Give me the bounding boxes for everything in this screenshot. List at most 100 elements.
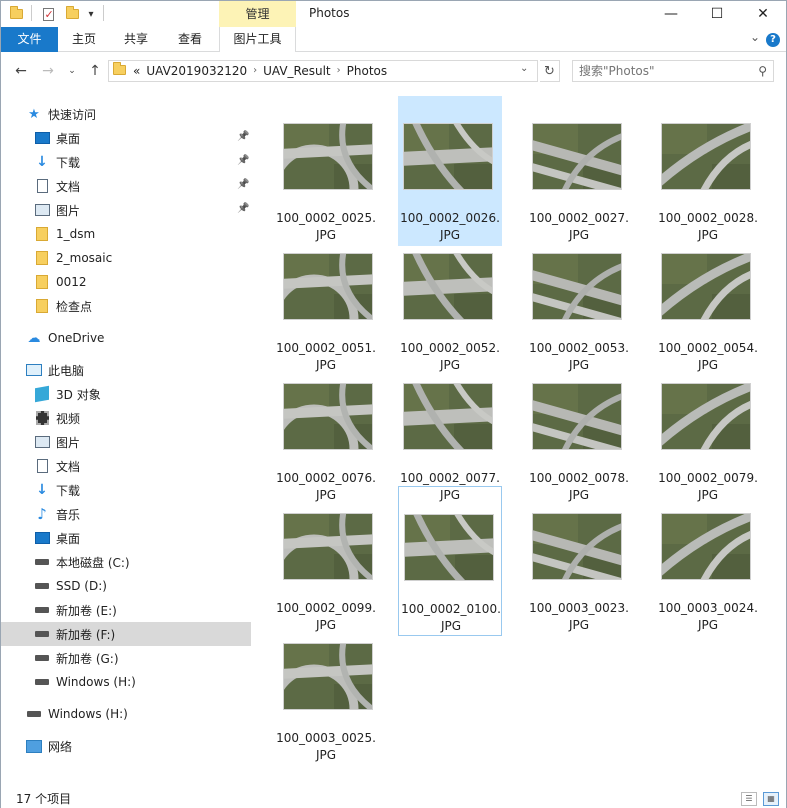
photo-thumbnail: [532, 253, 622, 320]
network-icon: [26, 739, 42, 753]
sidebar-item[interactable]: SSD (D:): [1, 574, 251, 598]
sidebar-item-label: OneDrive: [48, 331, 105, 345]
document-icon: [34, 179, 50, 193]
file-tile[interactable]: 100_0003_0025. JPG: [274, 616, 378, 766]
back-arrow-icon[interactable]: ←: [12, 62, 30, 80]
file-tile[interactable]: 100_0003_0024. JPG: [656, 486, 760, 636]
pin-icon[interactable]: 📌: [237, 179, 249, 190]
photo-thumbnail: [403, 383, 493, 450]
maximize-button[interactable]: ☐: [694, 1, 740, 27]
file-name: 100_0002_0100. JPG: [399, 601, 503, 635]
recent-chevron-icon[interactable]: ⌄: [63, 62, 81, 80]
sidebar-item[interactable]: 图片: [1, 430, 251, 454]
sidebar-item[interactable]: 3D 对象: [1, 382, 251, 406]
sidebar-item[interactable]: 网络: [1, 734, 251, 758]
sidebar-item-label: 音乐: [56, 507, 81, 522]
customize-toolbar-icon[interactable]: ▾: [85, 5, 97, 23]
sidebar-item[interactable]: 图片 📌: [1, 198, 251, 222]
sidebar-item[interactable]: 视频: [1, 406, 251, 430]
sidebar-item-label: 桌面: [56, 131, 81, 146]
sidebar-item[interactable]: 桌面 📌: [1, 126, 251, 150]
sidebar-item[interactable]: ★ 快速访问: [1, 102, 251, 126]
sidebar-item[interactable]: Windows (H:): [1, 702, 251, 726]
file-tile[interactable]: 100_0002_0053. JPG: [527, 226, 631, 376]
sidebar-item[interactable]: 新加卷 (E:): [1, 598, 251, 622]
sidebar-item[interactable]: 2_mosaic: [1, 246, 251, 270]
photo-thumbnail: [661, 123, 751, 190]
sidebar-item-label: 图片: [56, 203, 81, 218]
sidebar-item-label: Windows (H:): [56, 675, 136, 689]
sidebar-item[interactable]: ♪ 音乐: [1, 502, 251, 526]
search-icon[interactable]: ⚲: [758, 64, 767, 78]
sidebar-item[interactable]: 检查点: [1, 294, 251, 318]
forward-arrow-icon[interactable]: →: [39, 62, 57, 80]
file-tile[interactable]: 100_0002_0026. JPG: [398, 96, 502, 246]
breadcrumb-separator-icon[interactable]: ›: [337, 61, 341, 81]
photo-thumbnail: [532, 513, 622, 580]
sidebar-item[interactable]: 文档: [1, 454, 251, 478]
file-tile[interactable]: 100_0002_0025. JPG: [274, 96, 378, 246]
properties-icon[interactable]: ✓: [39, 5, 57, 23]
pin-icon[interactable]: 📌: [237, 131, 249, 142]
sidebar-item[interactable]: 新加卷 (G:): [1, 646, 251, 670]
tab-share[interactable]: 共享: [113, 27, 159, 52]
sidebar-item[interactable]: ↓ 下载 📌: [1, 150, 251, 174]
breadcrumb-uav-result[interactable]: UAV_Result: [263, 61, 331, 81]
file-tile[interactable]: 100_0002_0054. JPG: [656, 226, 760, 376]
help-icon[interactable]: ?: [766, 33, 780, 47]
close-button[interactable]: ✕: [740, 1, 786, 27]
window-title: Photos: [309, 6, 350, 20]
drive-icon: [34, 603, 50, 617]
sidebar-item[interactable]: ☁ OneDrive: [1, 326, 251, 350]
file-name-line: 100_0002_0053.: [529, 341, 629, 355]
sidebar-item[interactable]: 新加卷 (F:): [1, 622, 251, 646]
sidebar-item[interactable]: Windows (H:): [1, 670, 251, 694]
file-tile[interactable]: 100_0002_0100. JPG: [398, 486, 502, 636]
chevron-down-icon[interactable]: ⌄: [750, 30, 760, 44]
sidebar-item[interactable]: 文档 📌: [1, 174, 251, 198]
file-tile[interactable]: 100_0002_0077. JPG: [398, 356, 502, 506]
file-tile[interactable]: 100_0002_0028. JPG: [656, 96, 760, 246]
breadcrumb-photos[interactable]: Photos: [347, 61, 387, 81]
sidebar-item-label: 下载: [56, 483, 81, 498]
search-box[interactable]: ⚲: [572, 60, 774, 82]
photo-thumbnail: [283, 383, 373, 450]
file-tile[interactable]: 100_0002_0027. JPG: [527, 96, 631, 246]
file-tile[interactable]: 100_0002_0076. JPG: [274, 356, 378, 506]
sidebar-item[interactable]: ↓ 下载: [1, 478, 251, 502]
address-bar[interactable]: « UAV2019032120 › UAV_Result › Photos: [108, 60, 538, 82]
pin-icon[interactable]: 📌: [237, 155, 249, 166]
sidebar-item[interactable]: 1_dsm: [1, 222, 251, 246]
file-tile[interactable]: 100_0003_0023. JPG: [527, 486, 631, 636]
photo-thumbnail: [283, 123, 373, 190]
new-folder-icon[interactable]: [63, 5, 81, 23]
tab-home[interactable]: 主页: [61, 27, 107, 52]
tab-view[interactable]: 查看: [167, 27, 213, 52]
sidebar-item[interactable]: 桌面: [1, 526, 251, 550]
sidebar-item[interactable]: 0012: [1, 270, 251, 294]
drive-icon: [34, 675, 50, 689]
up-arrow-icon[interactable]: ↑: [86, 62, 104, 80]
minimize-button[interactable]: —: [648, 1, 694, 27]
search-input[interactable]: [579, 63, 749, 79]
tab-picture-tools[interactable]: 图片工具: [219, 27, 296, 52]
refresh-icon[interactable]: ↻: [540, 60, 560, 82]
tab-file[interactable]: 文件: [1, 27, 58, 52]
file-name-line: 100_0002_0077.: [400, 471, 500, 485]
file-tile[interactable]: 100_0002_0079. JPG: [656, 356, 760, 506]
file-tile[interactable]: 100_0002_0051. JPG: [274, 226, 378, 376]
file-tile[interactable]: 100_0002_0099. JPG: [274, 486, 378, 636]
breadcrumb-overflow[interactable]: «: [133, 61, 140, 81]
context-tab-manage[interactable]: 管理: [219, 1, 296, 27]
file-tile[interactable]: 100_0002_0052. JPG: [398, 226, 502, 376]
sidebar-item[interactable]: 此电脑: [1, 358, 251, 382]
breadcrumb-separator-icon[interactable]: ›: [253, 61, 257, 81]
details-view-icon[interactable]: ☰: [741, 792, 757, 806]
sidebar-item[interactable]: 本地磁盘 (C:): [1, 550, 251, 574]
sidebar-item-label: 0012: [56, 275, 87, 289]
breadcrumb-uav2019032120[interactable]: UAV2019032120: [146, 61, 247, 81]
file-tile[interactable]: 100_0002_0078. JPG: [527, 356, 631, 506]
address-dropdown-icon[interactable]: ⌄: [520, 63, 528, 74]
pin-icon[interactable]: 📌: [237, 203, 249, 214]
large-icons-view-icon[interactable]: ▦: [763, 792, 779, 806]
